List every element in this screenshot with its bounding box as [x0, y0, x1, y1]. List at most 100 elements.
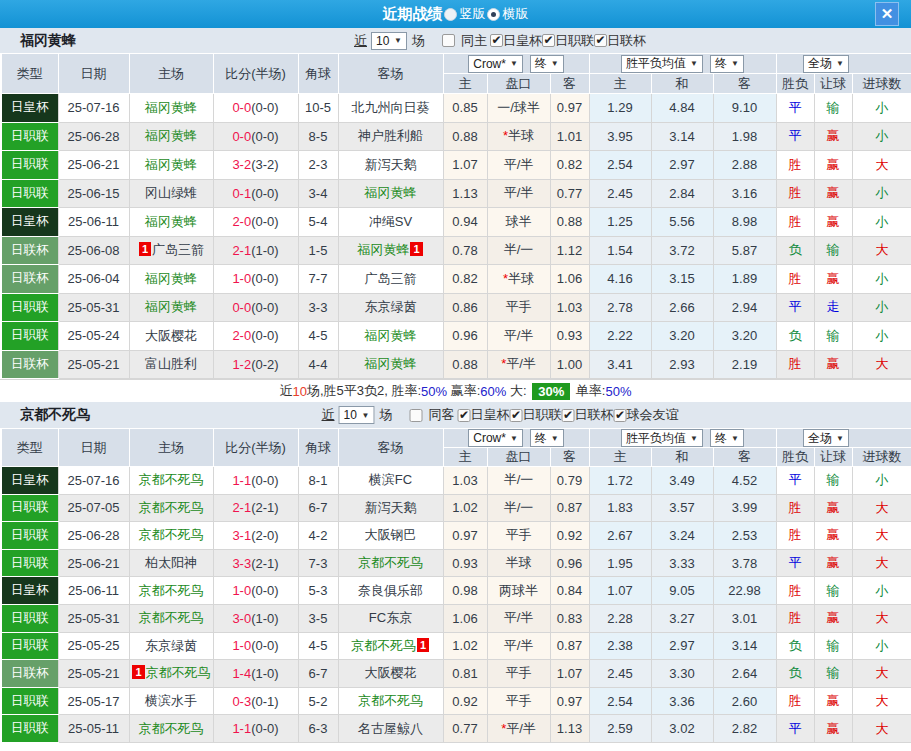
avg-away-cell: 9.10: [713, 94, 776, 123]
near-link[interactable]: 近: [354, 32, 367, 50]
match-row: 日职联25-05-17横滨水手0-3(0-1)5-2京都不死鸟0.92平手0.9…: [1, 687, 911, 715]
avg-home-cell: 1.07: [589, 577, 651, 605]
goals-cell: 大: [852, 604, 911, 632]
fulltime-score: 2-0: [232, 214, 251, 229]
result-cell: 胜: [776, 522, 814, 550]
summary-row: 近10场,胜5平3负2, 胜率:50% 赢率:60% 大: 30% 单率:50%: [0, 379, 911, 402]
avg-type-select[interactable]: 胜平负均值▼: [621, 55, 703, 73]
scope-select[interactable]: 全场▼: [803, 429, 849, 447]
odds-away-cell: 0.88: [550, 208, 589, 237]
odds-time-select[interactable]: 终▼: [530, 429, 564, 447]
col-goals: 进球数: [852, 74, 911, 94]
goals-cell: 小: [852, 265, 911, 294]
away-team-cell: 广岛三箭: [338, 265, 443, 294]
corner-cell: 5-3: [298, 577, 338, 605]
date-cell: 25-06-21: [58, 549, 129, 577]
odds-away-cell: 0.96: [550, 549, 589, 577]
filter-checkbox[interactable]: ✔: [542, 34, 555, 47]
fulltime-score: 0-3: [232, 694, 251, 709]
corner-cell: 7-3: [298, 549, 338, 577]
fulltime-score: 2-1: [232, 243, 251, 258]
col-type: 类型: [1, 54, 58, 94]
match-row: 日职联25-06-15冈山绿雉0-1(0-0)3-4福冈黄蜂1.13平/半0.7…: [1, 179, 911, 208]
away-team-cell: 新泻天鹅: [338, 494, 443, 522]
radio-vertical-label[interactable]: 竖版: [460, 5, 486, 23]
games-count-select[interactable]: 10▼: [371, 32, 407, 50]
goals-cell: 大: [852, 236, 911, 265]
matches-table-2: 类型 日期 主场 比分(半场) 角球 客场 Crow*▼ 终▼ 胜平负均值▼ 终…: [0, 428, 911, 743]
result-cell: 胜: [776, 179, 814, 208]
avg-type-select[interactable]: 胜平负均值▼: [621, 429, 703, 447]
avg-away-cell: 5.87: [713, 236, 776, 265]
match-row: 日职联25-05-11京都不死鸟1-1(0-0)6-3名古屋鲸八0.77*平/半…: [1, 715, 911, 743]
odds-time-select[interactable]: 终▼: [530, 55, 564, 73]
filter-checkbox[interactable]: ✔: [562, 409, 575, 422]
avg-time-select[interactable]: 终▼: [710, 429, 744, 447]
team-name-text: 北九州向日葵: [352, 100, 430, 115]
radio-vertical[interactable]: [444, 8, 457, 21]
score-cell: 2-1(2-1): [213, 494, 298, 522]
corner-cell: 10-5: [298, 94, 338, 123]
corner-cell: 6-7: [298, 660, 338, 688]
score-cell: 1-2(0-2): [213, 350, 298, 379]
corner-cell: 4-4: [298, 350, 338, 379]
filter-checkbox[interactable]: ✔: [490, 34, 503, 47]
match-type-cell: 日职联: [1, 151, 58, 180]
avg-time-select[interactable]: 终▼: [710, 55, 744, 73]
handicap-result-cell: 输: [814, 94, 852, 123]
filter-checkbox[interactable]: ✔: [510, 409, 523, 422]
team-name-text: 福冈黄蜂: [357, 242, 409, 257]
col-score: 比分(半场): [213, 54, 298, 94]
avg-draw-cell: 3.02: [651, 715, 713, 743]
col-let: 让球: [814, 74, 852, 94]
avg-away-cell: 1.98: [713, 122, 776, 151]
close-button[interactable]: ✕: [875, 2, 899, 26]
avg-draw-cell: 2.97: [651, 151, 713, 180]
col-avg-away: 客: [713, 74, 776, 94]
summary-part: 场,胜5平3负2, 胜率:: [307, 382, 421, 400]
team-name-text: 新泻天鹅: [365, 157, 417, 172]
filter-checkbox[interactable]: ✔: [458, 409, 471, 422]
match-type-cell: 日职联: [1, 687, 58, 715]
handicap-cell: 平手: [487, 660, 550, 688]
score-cell: 1-1(0-0): [213, 715, 298, 743]
handicap-result-cell: 赢: [814, 522, 852, 550]
filter-checkbox[interactable]: ✔: [614, 409, 627, 422]
date-cell: 25-05-11: [58, 715, 129, 743]
avg-draw-cell: 2.66: [651, 293, 713, 322]
score-cell: 1-0(0-0): [213, 632, 298, 660]
date-cell: 25-06-04: [58, 265, 129, 294]
fulltime-score: 3-2: [232, 157, 251, 172]
fulltime-score: 3-3: [232, 556, 251, 571]
avg-away-cell: 2.60: [713, 687, 776, 715]
games-count-select[interactable]: 10▼: [339, 406, 375, 424]
avg-home-cell: 3.41: [589, 350, 651, 379]
team-name-text: 京都不死鸟: [139, 583, 204, 598]
near-link[interactable]: 近: [322, 406, 335, 424]
handicap-cell: 半/一: [487, 494, 550, 522]
corner-cell: 3-3: [298, 293, 338, 322]
handicap-result-cell: 赢: [814, 208, 852, 237]
fulltime-score: 1-1: [232, 721, 251, 736]
result-cell: 胜: [776, 208, 814, 237]
score-cell: 0-1(0-0): [213, 179, 298, 208]
score-cell: 3-2(3-2): [213, 151, 298, 180]
home-team-cell: 1京都不死鸟: [129, 660, 213, 688]
team-name-text: 大阪钢巴: [365, 527, 417, 542]
radio-horizontal[interactable]: [487, 8, 500, 21]
odds-company-select[interactable]: Crow*▼: [468, 55, 523, 73]
match-row: 日职联25-06-28京都不死鸟3-1(2-0)4-2大阪钢巴0.97平手0.9…: [1, 522, 911, 550]
date-cell: 25-06-28: [58, 522, 129, 550]
same-home-checkbox[interactable]: [442, 34, 455, 47]
corner-cell: 6-3: [298, 715, 338, 743]
odds-company-select[interactable]: Crow*▼: [468, 429, 523, 447]
radio-horizontal-label[interactable]: 横版: [503, 5, 529, 23]
scope-select[interactable]: 全场▼: [803, 55, 849, 73]
halftime-score: (0-0): [251, 186, 278, 201]
handicap-cell: 球半: [487, 208, 550, 237]
summary-part: 单率:: [572, 382, 605, 400]
handicap-result-cell: 输: [814, 577, 852, 605]
avg-home-cell: 1.54: [589, 236, 651, 265]
filter-checkbox[interactable]: ✔: [594, 34, 607, 47]
same-away-checkbox[interactable]: [410, 409, 423, 422]
